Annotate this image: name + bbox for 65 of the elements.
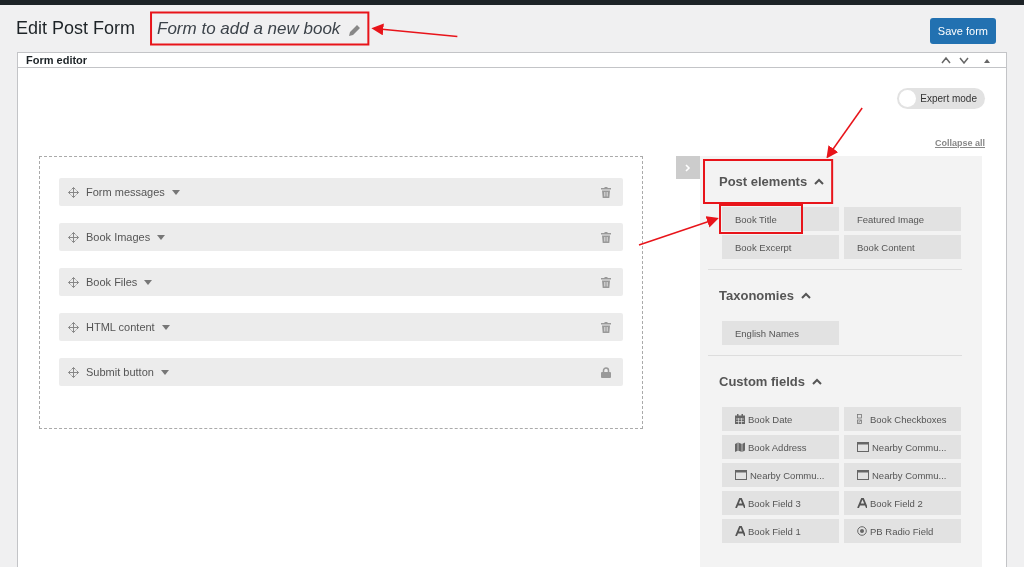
text-field-icon xyxy=(857,498,867,508)
add-element-button[interactable]: Book Address xyxy=(722,435,839,459)
add-element-button[interactable]: English Names xyxy=(722,321,839,345)
add-element-button[interactable]: Featured Image xyxy=(844,207,961,231)
section-header[interactable]: Post elements xyxy=(710,156,974,201)
panel-title: Form editor xyxy=(26,54,88,66)
collapse-all-link[interactable]: Collapse all xyxy=(934,138,985,148)
add-element-button[interactable]: Book Excerpt xyxy=(722,235,839,259)
add-element-button[interactable]: Book Checkboxes xyxy=(844,407,961,431)
text-field-icon xyxy=(735,526,745,536)
chevron-up-icon xyxy=(811,378,822,385)
section-header[interactable]: Custom fields xyxy=(710,356,962,401)
caret-icon xyxy=(160,369,169,375)
caret-icon xyxy=(157,234,166,240)
move-icon xyxy=(68,231,79,243)
form-field-row[interactable]: Form messages xyxy=(59,178,623,206)
text-field-icon xyxy=(735,498,745,508)
pencil-icon[interactable] xyxy=(348,22,363,37)
window-icon xyxy=(857,470,869,480)
window-icon xyxy=(735,470,747,480)
form-field-row[interactable]: Book Files xyxy=(59,268,623,296)
map-icon xyxy=(735,442,745,452)
trash-icon[interactable] xyxy=(601,186,611,198)
section-header[interactable]: Taxonomies xyxy=(710,270,962,315)
trash-icon[interactable] xyxy=(601,321,611,333)
field-label: Book Files xyxy=(86,276,138,288)
form-name[interactable]: Form to add a new book xyxy=(157,18,341,39)
caret-icon xyxy=(171,189,180,195)
calendar-icon xyxy=(735,414,745,424)
move-icon xyxy=(68,321,79,333)
chevron-right-icon xyxy=(684,163,692,172)
move-icon xyxy=(68,366,79,378)
annotation-arrow xyxy=(826,107,863,159)
add-element-button[interactable]: Nearby Commu... xyxy=(844,435,961,459)
trash-icon[interactable] xyxy=(601,231,611,243)
form-field-row[interactable]: Submit button xyxy=(59,358,623,386)
form-field-row[interactable]: Book Images xyxy=(59,223,623,251)
add-element-button[interactable]: Book Field 3 xyxy=(722,491,839,515)
chevron-up-icon xyxy=(800,292,811,299)
expert-mode-toggle[interactable]: Expert mode xyxy=(897,88,985,109)
add-element-button[interactable]: PB Radio Field xyxy=(844,519,961,543)
field-label: Submit button xyxy=(86,366,154,378)
window-icon xyxy=(857,442,869,452)
save-button[interactable]: Save form xyxy=(929,17,996,44)
move-icon xyxy=(68,186,79,198)
add-element-button[interactable]: Book Title xyxy=(722,207,839,231)
field-label: HTML content xyxy=(86,321,155,333)
add-element-button[interactable]: Book Field 1 xyxy=(722,519,839,543)
caret-icon xyxy=(161,324,170,330)
radio-icon xyxy=(857,526,867,536)
add-element-button[interactable]: Book Field 2 xyxy=(844,491,961,515)
add-element-button[interactable]: Book Content xyxy=(844,235,961,259)
page-title: Edit Post Form xyxy=(16,18,136,39)
sidebar-toggle-button[interactable] xyxy=(676,156,700,179)
chevron-up-icon xyxy=(814,178,825,185)
field-label: Form messages xyxy=(86,186,165,198)
caret-icon xyxy=(144,279,153,285)
add-element-button[interactable]: Nearby Commu... xyxy=(844,463,961,487)
move-icon xyxy=(68,276,79,288)
trash-icon[interactable] xyxy=(601,276,611,288)
lock-icon[interactable] xyxy=(601,366,611,378)
add-element-button[interactable]: Nearby Commu... xyxy=(722,463,839,487)
add-element-button[interactable]: Book Date xyxy=(722,407,839,431)
form-field-row[interactable]: HTML content xyxy=(59,313,623,341)
field-label: Book Images xyxy=(86,231,151,243)
